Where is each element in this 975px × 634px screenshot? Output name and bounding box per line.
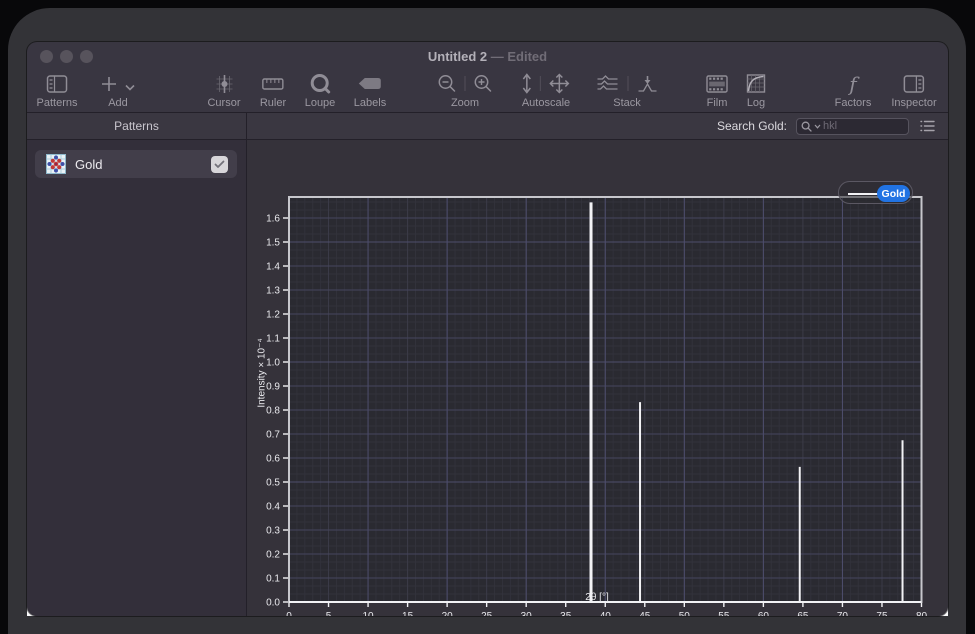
svg-text:80: 80 <box>916 611 928 616</box>
svg-text:0.1: 0.1 <box>266 574 280 585</box>
toolbar-item-inspector[interactable]: Inspector <box>891 72 936 109</box>
search-row: Search Gold: <box>247 113 948 139</box>
pattern-list-item-gold[interactable]: Gold <box>35 150 237 178</box>
toolbar-item-cursor[interactable]: Cursor <box>207 72 240 109</box>
svg-text:50: 50 <box>679 611 691 616</box>
vertical-scale-icon <box>522 73 532 94</box>
toolbar-item-factors[interactable]: f Factors <box>835 72 872 109</box>
zoom-out-icon <box>438 74 457 93</box>
svg-text:0.4: 0.4 <box>266 502 280 513</box>
svg-text:70: 70 <box>837 611 849 616</box>
search-input[interactable] <box>823 120 904 132</box>
zoom-in-icon <box>474 74 493 93</box>
legend[interactable]: Gold <box>838 181 913 204</box>
divider <box>628 76 629 91</box>
patterns-sidebar: Gold <box>27 140 246 616</box>
toolbar-item-patterns[interactable]: Patterns <box>37 72 78 109</box>
tag-icon <box>358 77 382 90</box>
legend-series-badge: Gold <box>877 185 910 202</box>
svg-text:0: 0 <box>286 611 292 616</box>
crystal-structure-icon <box>46 154 66 174</box>
search-scope-chevron-icon <box>814 124 821 129</box>
svg-text:25: 25 <box>481 611 493 616</box>
overlay-peak-icon <box>637 74 659 94</box>
x-axis-title: 2θ [°] <box>585 592 608 603</box>
svg-text:0.5: 0.5 <box>266 478 280 489</box>
cursor-icon <box>214 74 234 94</box>
svg-text:0.2: 0.2 <box>266 550 280 561</box>
search-label: Search Gold: <box>717 119 787 133</box>
svg-text:1.0: 1.0 <box>266 358 280 369</box>
app-window: Untitled 2 — Edited Patterns Add Cursor … <box>27 42 948 616</box>
toolbar-item-log[interactable]: Log <box>747 72 766 109</box>
toolbar-item-add[interactable]: Add <box>101 72 135 109</box>
loupe-icon <box>310 73 331 94</box>
chevron-down-icon <box>125 84 135 91</box>
svg-text:5: 5 <box>326 611 332 616</box>
svg-text:0.8: 0.8 <box>266 406 280 417</box>
svg-text:10: 10 <box>363 611 375 616</box>
svg-text:45: 45 <box>639 611 651 616</box>
toolbar: Patterns Add Cursor Ruler Loupe Labels <box>27 70 948 112</box>
function-icon: f <box>849 74 856 94</box>
toolbar-item-loupe[interactable]: Loupe <box>305 72 336 109</box>
divider <box>465 76 466 91</box>
svg-text:1.2: 1.2 <box>266 310 280 321</box>
search-field[interactable] <box>796 118 909 135</box>
film-icon <box>706 75 728 93</box>
list-view-icon[interactable] <box>920 120 935 132</box>
patterns-icon <box>47 75 68 93</box>
toolbar-item-zoom[interactable]: Zoom <box>438 72 493 109</box>
checkmark-icon <box>214 160 225 169</box>
svg-text:55: 55 <box>718 611 730 616</box>
toolbar-item-stack[interactable]: Stack <box>596 72 659 109</box>
svg-text:0.6: 0.6 <box>266 454 280 465</box>
window-title: Untitled 2 — Edited <box>27 49 948 64</box>
svg-text:65: 65 <box>797 611 809 616</box>
svg-text:1.5: 1.5 <box>266 238 280 249</box>
svg-text:1.6: 1.6 <box>266 214 280 225</box>
toolbar-item-labels[interactable]: Labels <box>354 72 386 109</box>
title-bar[interactable]: Untitled 2 — Edited <box>27 42 948 70</box>
svg-text:1.1: 1.1 <box>266 334 280 345</box>
svg-text:0.3: 0.3 <box>266 526 280 537</box>
svg-text:1.4: 1.4 <box>266 262 280 273</box>
pattern-visibility-checkbox[interactable] <box>211 156 228 173</box>
sidebar-header: Patterns <box>27 113 246 139</box>
ruler-icon <box>262 78 284 90</box>
four-way-arrow-icon <box>549 73 570 94</box>
pattern-label: Gold <box>75 157 202 172</box>
plus-icon <box>101 76 117 92</box>
diffraction-plot[interactable]: 0 5 10 15 20 25 30 35 40 45 50 55 60 65 70 75 80 0.0 0.1 0.… <box>247 140 948 616</box>
svg-text:20: 20 <box>442 611 454 616</box>
svg-text:15: 15 <box>402 611 414 616</box>
svg-text:60: 60 <box>758 611 770 616</box>
stacked-curves-icon <box>596 74 620 93</box>
header-strip: Patterns Search Gold: <box>27 113 948 139</box>
svg-text:40: 40 <box>600 611 612 616</box>
svg-text:30: 30 <box>521 611 533 616</box>
toolbar-item-film[interactable]: Film <box>706 72 728 109</box>
svg-text:1.3: 1.3 <box>266 286 280 297</box>
svg-text:0.7: 0.7 <box>266 430 280 441</box>
y-axis-title: Intensity × 10⁻⁴ <box>257 338 268 407</box>
svg-text:0.0: 0.0 <box>266 598 280 609</box>
toolbar-item-ruler[interactable]: Ruler <box>260 72 286 109</box>
svg-text:0.9: 0.9 <box>266 382 280 393</box>
chart-pane: 0 5 10 15 20 25 30 35 40 45 50 55 60 65 70 75 80 0.0 0.1 0.… <box>247 140 948 616</box>
toolbar-item-autoscale[interactable]: Autoscale <box>522 72 570 109</box>
inspector-icon <box>904 75 925 93</box>
log-scale-icon <box>747 74 766 93</box>
svg-text:35: 35 <box>560 611 572 616</box>
divider <box>540 76 541 91</box>
search-icon <box>801 121 812 132</box>
svg-text:75: 75 <box>876 611 888 616</box>
